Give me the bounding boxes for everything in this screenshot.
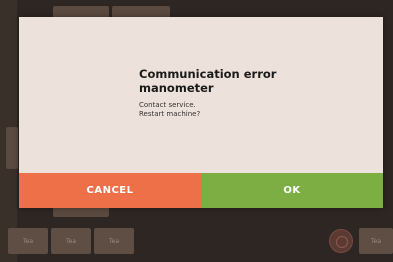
background-tea-button: Tea: [359, 228, 393, 254]
background-round-icon: [329, 229, 353, 253]
ok-button[interactable]: OK: [201, 173, 383, 208]
ok-button-label: OK: [283, 185, 301, 196]
dialog-message-line-1: Contact service.: [139, 101, 196, 109]
dialog-footer: CANCEL OK: [19, 173, 383, 208]
app-screen: Tea Tea Tea Tea Communication error mano…: [0, 0, 393, 262]
dialog-message-line-2: Restart machine?: [139, 110, 201, 118]
background-tea-button: Tea: [8, 228, 48, 254]
background-tile: [6, 127, 18, 169]
error-dialog: Communication error manometer Contact se…: [19, 17, 383, 208]
background-tea-button: Tea: [51, 228, 91, 254]
dialog-title: Communication error manometer: [139, 67, 277, 95]
background-tea-button: Tea: [94, 228, 134, 254]
dialog-body: Communication error manometer Contact se…: [139, 67, 359, 119]
cancel-button[interactable]: CANCEL: [19, 173, 201, 208]
cancel-button-label: CANCEL: [86, 185, 134, 196]
